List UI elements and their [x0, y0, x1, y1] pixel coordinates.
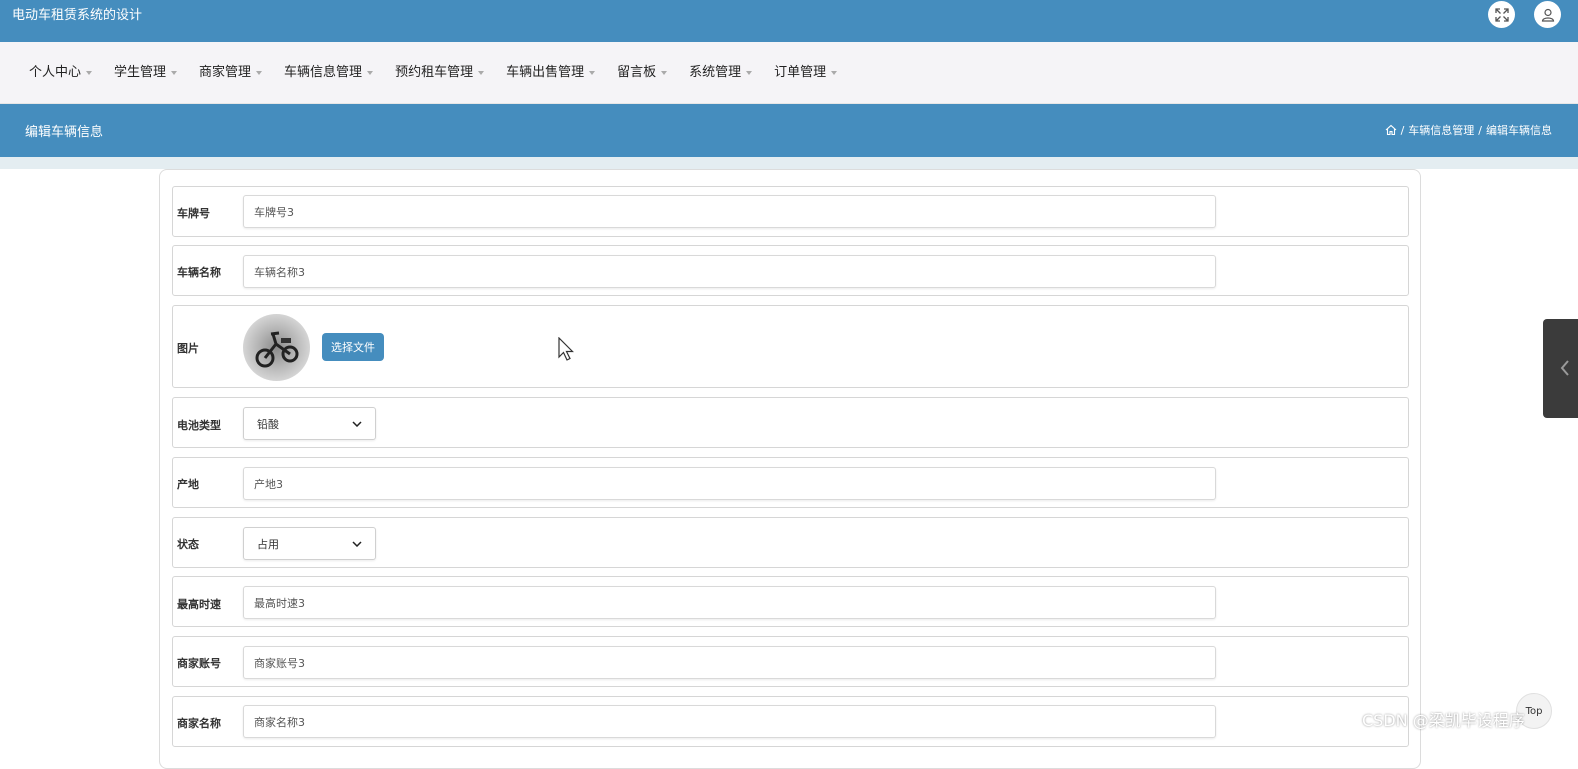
- status-select[interactable]: 占用: [243, 527, 376, 560]
- mouse-cursor-icon: [558, 337, 574, 361]
- form-row-merchant-account: 商家账号 商家账号3: [172, 636, 1409, 687]
- nav-menu: 个人中心 学生管理 商家管理 车辆信息管理 预约租车管理 车辆出售管理 留言板 …: [29, 64, 859, 82]
- merchant-name-input[interactable]: 商家名称3: [243, 705, 1216, 738]
- chevron-down-icon: [352, 540, 362, 547]
- nav-item-label: 订单管理: [774, 65, 827, 80]
- status-label: 状态: [177, 538, 199, 551]
- chevron-left-icon: [1560, 360, 1569, 376]
- main-nav: 个人中心 学生管理 商家管理 车辆信息管理 预约租车管理 车辆出售管理 留言板 …: [0, 42, 1578, 104]
- plate-label: 车牌号: [177, 207, 210, 220]
- choose-file-button[interactable]: 选择文件: [322, 333, 384, 361]
- caret-down-icon: [256, 71, 263, 75]
- form-row-origin: 产地 产地3: [172, 457, 1409, 508]
- nav-item-students[interactable]: 学生管理: [114, 64, 178, 82]
- merchant-account-label: 商家账号: [177, 657, 221, 670]
- battery-label: 电池类型: [177, 419, 221, 432]
- form-row-speed: 最高时速 最高时速3: [172, 576, 1409, 627]
- user-icon: [1541, 8, 1554, 22]
- chevron-down-icon: [352, 420, 362, 427]
- vehicle-name-input[interactable]: 车辆名称3: [243, 255, 1216, 288]
- origin-input[interactable]: 产地3: [243, 467, 1216, 500]
- name-label: 车辆名称: [177, 266, 221, 279]
- image-label: 图片: [177, 342, 199, 355]
- banner-divider: [0, 157, 1578, 169]
- caret-down-icon: [661, 71, 668, 75]
- status-value: 占用: [257, 537, 279, 551]
- form-row-merchant-name: 商家名称 商家名称3: [172, 696, 1409, 747]
- nav-item-merchants[interactable]: 商家管理: [199, 64, 263, 82]
- form-row-image: 图片 选择文件: [172, 305, 1409, 388]
- breadcrumb-separator: /: [1400, 123, 1405, 137]
- battery-type-value: 铅酸: [257, 417, 279, 431]
- nav-item-vehicle-info[interactable]: 车辆信息管理: [284, 64, 374, 82]
- plate-input[interactable]: 车牌号3: [243, 195, 1216, 228]
- user-button[interactable]: [1534, 1, 1561, 28]
- form-row-status: 状态 占用: [172, 517, 1409, 568]
- merchant-name-label: 商家名称: [177, 717, 221, 730]
- nav-item-label: 留言板: [617, 65, 657, 80]
- caret-down-icon: [86, 71, 93, 75]
- nav-item-label: 车辆出售管理: [506, 65, 585, 80]
- form-row-plate: 车牌号 车牌号3: [172, 186, 1409, 237]
- page-title: 编辑车辆信息: [25, 125, 104, 140]
- battery-type-select[interactable]: 铅酸: [243, 407, 376, 440]
- merchant-account-input[interactable]: 商家账号3: [243, 646, 1216, 679]
- speed-label: 最高时速: [177, 598, 221, 611]
- caret-down-icon: [171, 71, 178, 75]
- caret-down-icon: [831, 71, 838, 75]
- form-row-name: 车辆名称 车辆名称3: [172, 245, 1409, 296]
- expand-icon: [1494, 7, 1509, 22]
- nav-item-label: 个人中心: [29, 65, 82, 80]
- caret-down-icon: [367, 71, 374, 75]
- nav-item-label: 学生管理: [114, 65, 167, 80]
- form-row-battery: 电池类型 铅酸: [172, 397, 1409, 448]
- vehicle-image-thumbnail: [243, 314, 310, 381]
- origin-label: 产地: [177, 478, 199, 491]
- side-panel-toggle[interactable]: [1543, 319, 1578, 418]
- nav-item-message-board[interactable]: 留言板: [617, 64, 668, 82]
- max-speed-input[interactable]: 最高时速3: [243, 586, 1216, 619]
- caret-down-icon: [589, 71, 596, 75]
- breadcrumb: / 车辆信息管理 / 编辑车辆信息: [1385, 122, 1552, 138]
- app-title: 电动车租赁系统的设计: [12, 8, 143, 23]
- caret-down-icon: [746, 71, 753, 75]
- fullscreen-button[interactable]: [1488, 1, 1515, 28]
- nav-item-vehicle-sales[interactable]: 车辆出售管理: [506, 64, 596, 82]
- home-icon[interactable]: [1385, 124, 1397, 136]
- nav-item-rental-booking[interactable]: 预约租车管理: [395, 64, 485, 82]
- nav-item-system[interactable]: 系统管理: [689, 64, 753, 82]
- nav-item-label: 系统管理: [689, 65, 742, 80]
- nav-item-label: 预约租车管理: [395, 65, 474, 80]
- nav-item-personal-center[interactable]: 个人中心: [29, 64, 93, 82]
- caret-down-icon: [478, 71, 485, 75]
- top-header: 电动车租赁系统的设计: [0, 0, 1578, 42]
- watermark: CSDN @梁凯毕设程序: [1362, 711, 1525, 730]
- page-banner: 编辑车辆信息 / 车辆信息管理 / 编辑车辆信息: [0, 104, 1578, 157]
- breadcrumb-separator: /: [1478, 123, 1482, 137]
- nav-item-orders[interactable]: 订单管理: [774, 64, 838, 82]
- breadcrumb-section[interactable]: 车辆信息管理: [1408, 122, 1474, 138]
- breadcrumb-current: 编辑车辆信息: [1486, 124, 1552, 137]
- nav-item-label: 商家管理: [199, 65, 252, 80]
- nav-item-label: 车辆信息管理: [284, 65, 363, 80]
